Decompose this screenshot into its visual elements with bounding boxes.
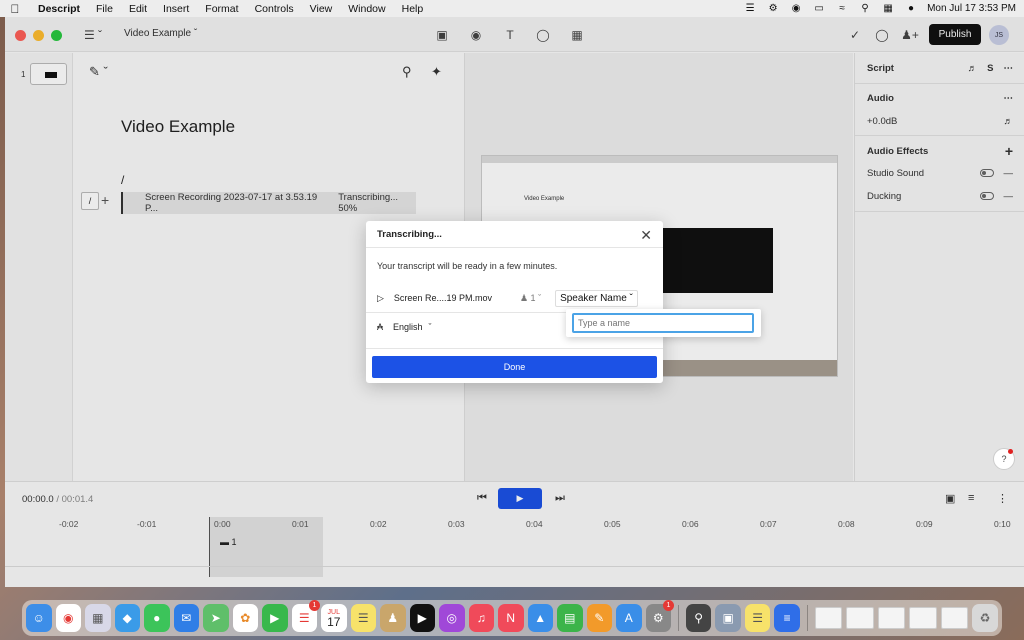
menu-controls[interactable]: Controls <box>247 3 302 15</box>
menu-insert[interactable]: Insert <box>155 3 197 15</box>
maps-icon[interactable]: ➤ <box>203 604 229 632</box>
status-icon-1[interactable]: ☰ <box>743 3 757 14</box>
contacts-icon[interactable]: ♟ <box>380 604 406 632</box>
reminders-badge: 1 <box>309 600 320 611</box>
siri-icon[interactable]: ● <box>904 3 918 14</box>
dialog-file-name: Screen Re....19 PM.mov <box>393 293 492 303</box>
status-icon-3[interactable]: ◉ <box>789 3 803 14</box>
minimized-window-5[interactable] <box>940 607 969 629</box>
speaker-name-input[interactable] <box>572 313 754 333</box>
macos-dock: ☺ ◉ ▦ ◆ ● ✉ ➤ ✿ ▶ ☰ 1 JUL 17 ☰ ♟ ▶ ◎ ♫ N ▲… <box>22 600 1002 636</box>
music-icon[interactable]: ♫ <box>468 604 494 632</box>
numbers-icon[interactable]: ▤ <box>557 604 583 632</box>
menu-view[interactable]: View <box>302 3 341 15</box>
minimized-window-2[interactable] <box>846 607 874 629</box>
messages-icon[interactable]: ● <box>144 604 170 632</box>
dock-separator <box>678 605 679 631</box>
trash-icon[interactable]: ♻ <box>972 604 998 632</box>
wifi-icon[interactable]: ≈ <box>835 3 849 14</box>
menu-format[interactable]: Format <box>197 3 246 15</box>
language-label: English <box>393 322 423 332</box>
minimized-window-1[interactable] <box>814 607 843 629</box>
spotlight-icon[interactable]: ⚲ <box>858 3 872 14</box>
facetime-icon[interactable]: ▶ <box>262 604 288 632</box>
minimized-window-4[interactable] <box>909 607 937 629</box>
menubar-clock[interactable]: Mon Jul 17 3:53 PM <box>927 3 1016 14</box>
settings-badge: 1 <box>663 600 674 611</box>
system-settings-icon[interactable]: ⚙ 1 <box>645 600 674 632</box>
macos-menubar:  Descript File Edit Insert Format Contr… <box>0 0 1024 17</box>
safari-icon[interactable]: ◆ <box>114 604 140 632</box>
control-center-icon[interactable]: ▦ <box>881 3 895 14</box>
help-button[interactable]: ? <box>993 448 1015 470</box>
status-icon-2[interactable]: ⚙ <box>766 3 780 14</box>
minimized-window-3[interactable] <box>877 607 906 629</box>
apple-tv-icon[interactable]: ▶ <box>409 604 435 632</box>
video-file-icon: ▷ <box>377 292 384 303</box>
preview-icon[interactable]: ▣ <box>715 604 741 632</box>
close-icon[interactable]: ✕ <box>640 227 652 244</box>
dialog-message: Your transcript will be ready in a few m… <box>377 261 558 271</box>
speaker-name-popover <box>566 309 761 337</box>
news-icon[interactable]: N <box>498 604 524 632</box>
language-dropdown[interactable]: ₳ English ˇ <box>377 322 432 332</box>
translate-icon: ₳ <box>377 322 384 332</box>
menu-file[interactable]: File <box>88 3 121 15</box>
file-speaker-row: ▷ Screen Re....19 PM.mov ♟ 1 ˇ Speaker N… <box>377 288 655 308</box>
dialog-title: Transcribing... <box>366 221 663 248</box>
keynote-icon[interactable]: ▲ <box>527 604 553 632</box>
stickies-icon[interactable]: ☰ <box>744 604 771 632</box>
menu-window[interactable]: Window <box>340 3 393 15</box>
notes-icon[interactable]: ☰ <box>350 604 376 632</box>
app-store-icon[interactable]: A <box>616 604 642 632</box>
finder-icon[interactable]: ☺ <box>26 604 52 632</box>
chrome-icon[interactable]: ◉ <box>55 604 81 632</box>
quicktime-icon[interactable]: ⚲ <box>685 604 712 632</box>
speaker-name-dropdown[interactable]: Speaker Name ˇ <box>555 289 638 307</box>
battery-icon[interactable]: ▭ <box>812 3 826 14</box>
calendar-icon[interactable]: JUL 17 <box>321 604 347 632</box>
speaker-count-dropdown[interactable]: ♟ 1 ˇ <box>520 293 541 304</box>
dock-separator <box>806 605 808 631</box>
divider <box>366 348 663 349</box>
transcribing-dialog: Transcribing... ✕ Your transcript will b… <box>366 221 663 383</box>
mail-icon[interactable]: ✉ <box>173 604 199 632</box>
done-button[interactable]: Done <box>372 356 657 378</box>
chevron-down-icon: ˇ <box>428 322 432 332</box>
descript-icon[interactable]: ≡ <box>774 604 800 632</box>
menu-app[interactable]: Descript <box>30 3 88 15</box>
pages-icon[interactable]: ✎ <box>586 604 612 632</box>
launchpad-icon[interactable]: ▦ <box>85 604 111 632</box>
reminders-icon[interactable]: ☰ 1 <box>291 600 320 632</box>
podcasts-icon[interactable]: ◎ <box>439 604 465 632</box>
photos-icon[interactable]: ✿ <box>232 604 258 632</box>
menu-edit[interactable]: Edit <box>121 3 155 15</box>
menu-help[interactable]: Help <box>394 3 432 15</box>
apple-menu-icon[interactable]:  <box>0 2 30 16</box>
